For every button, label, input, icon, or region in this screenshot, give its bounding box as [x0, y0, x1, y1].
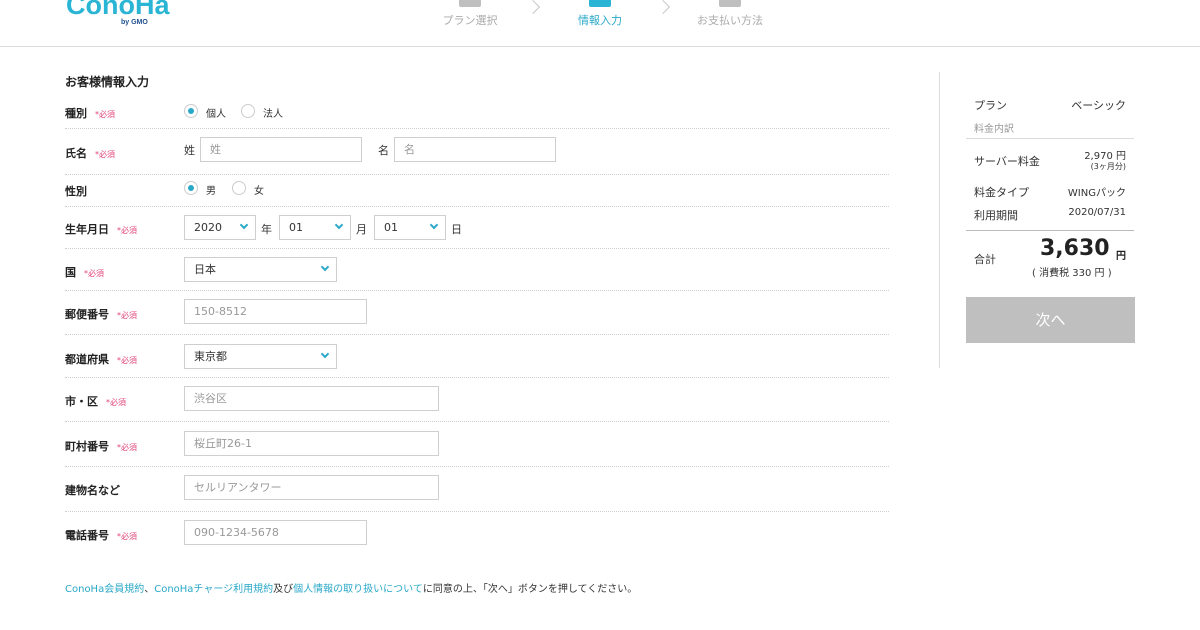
chevron-down-icon	[320, 349, 330, 359]
radio-label: 女	[254, 186, 264, 197]
step-marker	[459, 0, 481, 7]
building-input[interactable]: セルリアンタワー	[184, 475, 439, 500]
radio-label: 個人	[206, 109, 226, 120]
postal-code-input[interactable]: 150-8512	[184, 299, 367, 324]
required-mark: *必須	[117, 443, 137, 452]
birth-month-select[interactable]: 01	[279, 215, 351, 240]
first-name-label: 名	[378, 144, 389, 157]
svg-text:by GMO: by GMO	[121, 19, 148, 26]
plan-value: ベーシック	[1071, 99, 1126, 112]
row-city: 市・区 *必須 渋谷区	[65, 378, 889, 422]
birth-year-select[interactable]: 2020	[184, 215, 256, 240]
summary-fee-type: 料金タイプ WINGパック	[974, 186, 1126, 199]
field-label: 電話番号 *必須	[65, 529, 137, 542]
agreement-text: ConoHa会員規約、ConoHaチャージ利用規約及び個人情報の取り扱いについて…	[65, 584, 638, 595]
town-input[interactable]: 桜丘町26-1	[184, 431, 439, 456]
year-unit: 年	[261, 223, 272, 236]
radio-label: 法人	[263, 109, 283, 120]
breakdown-label: 料金内訳	[974, 124, 1014, 135]
tax-note: ( 消費税 330 円 )	[1032, 268, 1112, 279]
required-mark: *必須	[117, 311, 137, 320]
last-name-input[interactable]: 姓	[200, 137, 362, 162]
month-unit: 月	[356, 223, 367, 236]
chevron-right-icon	[655, 0, 671, 15]
summary-server-fee: サーバー料金 2,970 円 (3ヶ月分)	[974, 151, 1126, 171]
field-label: 都道府県 *必須	[65, 353, 137, 366]
step-marker	[719, 0, 741, 7]
prefecture-select[interactable]: 東京都	[184, 344, 337, 369]
field-label: 建物名など	[65, 484, 120, 497]
row-phone: 電話番号 *必須 090-1234-5678	[65, 512, 889, 554]
progress-steps: プラン選択 情報入力 お支払い方法	[420, 0, 800, 46]
divider	[966, 138, 1134, 139]
field-label: 生年月日 *必須	[65, 223, 137, 236]
first-name-input[interactable]: 名	[394, 137, 556, 162]
row-prefecture: 都道府県 *必須 東京都	[65, 335, 889, 378]
radio-individual[interactable]	[184, 104, 198, 118]
required-mark: *必須	[95, 110, 115, 119]
step-label: お支払い方法	[697, 14, 763, 27]
field-label: 国 *必須	[65, 266, 104, 279]
radio-male[interactable]	[184, 181, 198, 195]
radio-corporate[interactable]	[241, 104, 255, 118]
required-mark: *必須	[117, 532, 137, 541]
day-unit: 日	[451, 223, 462, 236]
step-plan: プラン選択	[420, 0, 520, 28]
field-label: 氏名 *必須	[65, 147, 115, 160]
server-fee-value: 2,970 円	[1084, 151, 1126, 162]
chevron-down-icon	[429, 220, 439, 230]
total-value: 3,630	[1040, 236, 1110, 261]
row-town: 町村番号 *必須 桜丘町26-1	[65, 422, 889, 467]
row-country: 国 *必須 日本	[65, 249, 889, 291]
field-label: 性別	[65, 185, 87, 198]
member-terms-link[interactable]: ConoHa会員規約	[65, 584, 144, 595]
required-mark: *必須	[117, 356, 137, 365]
privacy-policy-link[interactable]: 個人情報の取り扱いについて	[293, 584, 423, 595]
step-label: プラン選択	[442, 14, 498, 27]
next-button[interactable]: 次へ	[966, 297, 1135, 343]
period-value: 2020/07/31	[1068, 207, 1126, 218]
row-building: 建物名など セルリアンタワー	[65, 467, 889, 512]
chevron-down-icon	[239, 220, 249, 230]
server-fee-note: (3ヶ月分)	[1090, 162, 1126, 171]
required-mark: *必須	[95, 150, 115, 159]
city-input[interactable]: 渋谷区	[184, 386, 439, 411]
svg-text:ConoHa: ConoHa	[66, 0, 170, 20]
field-label: 町村番号 *必須	[65, 440, 137, 453]
radio-label: 男	[206, 186, 216, 197]
chevron-right-icon	[525, 0, 541, 15]
step-marker	[589, 0, 611, 7]
summary-period: 利用期間 2020/07/31	[974, 207, 1126, 222]
required-mark: *必須	[84, 269, 104, 278]
row-name: 氏名 *必須 姓 姓 名 名	[65, 129, 889, 175]
radio-female[interactable]	[232, 181, 246, 195]
header: ConoHa by GMO プラン選択 情報入力 お支払い方法	[0, 0, 1200, 47]
row-type: 種別 *必須 個人 法人	[65, 95, 889, 129]
divider	[966, 230, 1134, 231]
required-mark: *必須	[106, 398, 126, 407]
chevron-down-icon	[334, 220, 344, 230]
step-payment: お支払い方法	[680, 0, 780, 28]
section-title: お客様情報入力	[65, 75, 150, 89]
fee-type-value: WINGパック	[1067, 188, 1126, 199]
chevron-down-icon	[320, 262, 330, 272]
row-birthdate: 生年月日 *必須 2020 年 01 月 01 日	[65, 207, 889, 249]
last-name-label: 姓	[184, 144, 195, 157]
birth-day-select[interactable]: 01	[374, 215, 446, 240]
phone-input[interactable]: 090-1234-5678	[184, 520, 367, 545]
vertical-divider	[939, 72, 940, 368]
field-label: 市・区 *必須	[65, 395, 126, 408]
row-postal: 郵便番号 *必須 150-8512	[65, 291, 889, 335]
required-mark: *必須	[117, 226, 137, 235]
step-info: 情報入力	[550, 0, 650, 28]
step-label: 情報入力	[578, 14, 622, 27]
total-unit: 円	[1116, 251, 1126, 262]
charge-terms-link[interactable]: ConoHaチャージ利用規約	[154, 584, 273, 595]
country-select[interactable]: 日本	[184, 257, 337, 282]
summary-plan: プラン ベーシック	[974, 99, 1126, 112]
conoha-logo[interactable]: ConoHa by GMO	[66, 0, 176, 28]
field-label: 郵便番号 *必須	[65, 308, 137, 321]
field-label: 種別 *必須	[65, 107, 115, 120]
row-gender: 性別 男 女	[65, 175, 889, 207]
